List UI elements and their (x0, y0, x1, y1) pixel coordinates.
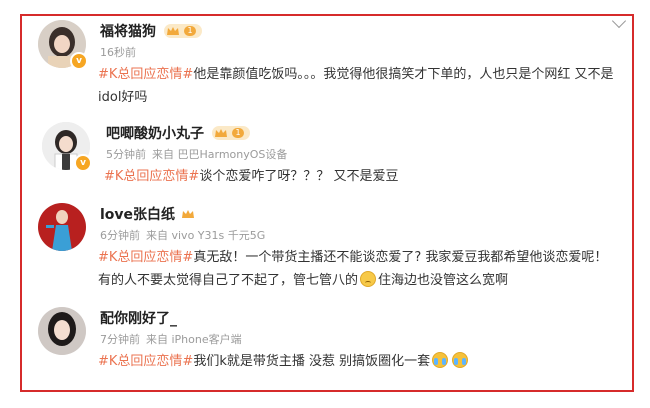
username[interactable]: 配你刚好了_ (100, 308, 177, 328)
source-device: 来自 巴巴HarmonyOS设备 (152, 148, 288, 161)
username[interactable]: 吧唧酸奶小丸子 (106, 123, 204, 143)
avatar[interactable]: v (38, 20, 88, 70)
hashtag-link[interactable]: #K总回应恋情# (98, 354, 193, 369)
hashtag-link[interactable]: #K总回应恋情# (98, 67, 193, 82)
comment-meta: 6分钟前 来自 vivo Y31s 千元5G (100, 229, 618, 243)
hashtag-link[interactable]: #K总回应恋情# (98, 250, 193, 265)
crown-icon (167, 27, 179, 35)
source-device: 来自 iPhone客户端 (146, 333, 242, 346)
timestamp: 7分钟前 (100, 333, 140, 346)
avatar[interactable] (38, 307, 86, 355)
comment-meta: 5分钟前 来自 巴巴HarmonyOS设备 (106, 148, 618, 162)
comment-text: #K总回应恋情#谈个恋爱咋了呀？？？ 又不是爱豆 (104, 165, 618, 188)
comment-body: 谈个恋爱咋了呀？？？ 又不是爱豆 (199, 169, 399, 184)
comment-meta: 16秒前 (100, 46, 618, 60)
comment-meta: 7分钟前 来自 iPhone客户端 (100, 333, 618, 347)
cry-emoji-icon (432, 352, 449, 368)
level-number: 1 (184, 26, 196, 36)
crown-icon (182, 210, 195, 218)
doubt-emoji-icon (360, 271, 377, 287)
comment-body-tail: 住海边也没管这么宽啊 (378, 273, 509, 288)
avatar[interactable] (38, 203, 86, 251)
comment-body: 我们k就是带货主播 没惹 别搞饭圈化一套 (193, 354, 431, 369)
hashtag-link[interactable]: #K总回应恋情# (104, 169, 199, 184)
timestamp: 5分钟前 (106, 148, 146, 161)
level-badge: 1 (164, 24, 202, 38)
timestamp: 16秒前 (100, 46, 136, 59)
verified-badge-icon: v (70, 52, 88, 70)
username[interactable]: 福将猫狗 (100, 21, 156, 41)
verified-badge-icon: v (74, 154, 92, 172)
crown-icon (215, 129, 227, 137)
cry-emoji-icon (452, 352, 469, 368)
avatar[interactable]: v (42, 122, 92, 172)
comment-text: #K总回应恋情#我们k就是带货主播 没惹 别搞饭圈化一套 (98, 350, 618, 373)
username[interactable]: love张白纸 (100, 204, 175, 224)
comment-text: #K总回应恋情#真无敌！一个带货主播还不能谈恋爱了? 我家爱豆我都希望他谈恋爱呢… (98, 246, 618, 292)
level-badge: 1 (212, 126, 250, 140)
level-number: 1 (232, 128, 244, 138)
timestamp: 6分钟前 (100, 229, 140, 242)
source-device: 来自 vivo Y31s 千元5G (146, 229, 266, 242)
comment-text: #K总回应恋情#他是靠颜值吃饭吗。。。我觉得他很搞笑才下单的，人也只是个网红 又… (98, 63, 618, 109)
